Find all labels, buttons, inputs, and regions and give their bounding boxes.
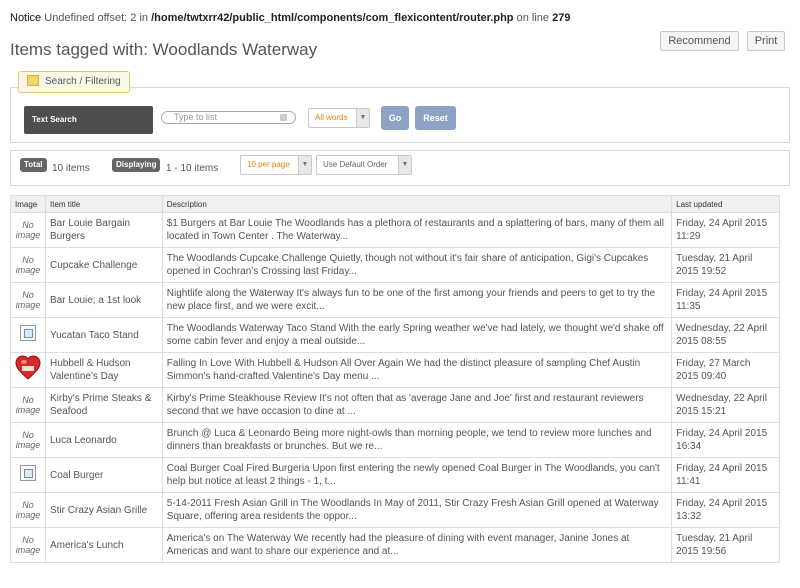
item-description: Nightlife along the Waterway It's always…: [161, 282, 673, 318]
item-description: $1 Burgers at Bar Louie The Woodlands ha…: [161, 212, 673, 248]
table-row: No image Kirby's Prime Steaks & Seafood …: [10, 387, 780, 423]
notice-message-start: Undefined offset: 2 in: [44, 12, 149, 24]
item-title-link[interactable]: Kirby's Prime Steaks & Seafood: [45, 387, 163, 423]
item-title-link[interactable]: Bar Louie Bargain Burgers: [45, 212, 163, 248]
table-header-row: Image Item title Description Last update…: [10, 195, 780, 213]
displaying-badge: Displaying: [112, 158, 161, 172]
item-description: Brunch @ Luca & Leonardo Being more nigh…: [161, 422, 673, 458]
item-date: Friday, 27 March 2015 09:40: [671, 352, 780, 388]
item-date: Wednesday, 22 April 2015 15:21: [671, 387, 780, 423]
item-description: Falling In Love With Hubbell & Hudson Al…: [161, 352, 673, 388]
table-row: No image Bar Louie Bargain Burgers $1 Bu…: [10, 212, 780, 248]
image-cell: No image: [10, 422, 46, 458]
page-title: Items tagged with: Woodlands Waterway: [10, 40, 318, 59]
image-cell: No image: [10, 247, 46, 283]
search-input[interactable]: Type to list: [161, 111, 296, 124]
image-cell: No image: [10, 387, 46, 423]
total-badge: Total: [20, 158, 47, 172]
search-input-placeholder: Type to list: [174, 112, 218, 122]
notice-line: 279: [552, 12, 571, 24]
reset-button[interactable]: Reset: [415, 106, 456, 130]
item-date: Friday, 24 April 2015 11:41: [671, 457, 780, 493]
recommend-button[interactable]: Recommend: [660, 31, 739, 51]
notice-message-mid: on line: [516, 12, 550, 24]
broken-image-icon[interactable]: [20, 465, 36, 481]
search-filtering-tab-label: Search / Filtering: [45, 76, 121, 87]
item-title-link[interactable]: Luca Leonardo: [45, 422, 163, 458]
item-date: Tuesday, 21 April 2015 19:52: [671, 247, 780, 283]
calendar-icon: [27, 75, 39, 86]
total-count: 10 items: [52, 163, 90, 174]
table-row: No image America's Lunch America's on Th…: [10, 527, 780, 563]
item-description: 5-14-2011 Fresh Asian Grill in The Woodl…: [161, 492, 673, 528]
items-table: Image Item title Description Last update…: [10, 195, 780, 563]
item-description: The Woodlands Cupcake Challenge Quietly,…: [161, 247, 673, 283]
no-image-text: No image: [15, 535, 41, 555]
table-row: Yucatan Taco Stand The Woodlands Waterwa…: [10, 317, 780, 353]
item-date: Wednesday, 22 April 2015 08:55: [671, 317, 780, 353]
item-title-link[interactable]: Bar Louie; a 1st look: [45, 282, 163, 318]
search-filtering-tab[interactable]: Search / Filtering: [18, 71, 130, 93]
table-row: No image Cupcake Challenge The Woodlands…: [10, 247, 780, 283]
broken-image-icon[interactable]: [20, 325, 36, 341]
table-row: No image Stir Crazy Asian Grille 5-14-20…: [10, 492, 780, 528]
heart-image-icon[interactable]: [15, 354, 41, 382]
item-title-link[interactable]: America's Lunch: [45, 527, 163, 563]
go-button[interactable]: Go: [381, 106, 409, 130]
notice-label: Notice: [10, 12, 42, 24]
image-cell: No image: [10, 492, 46, 528]
header-updated[interactable]: Last updated: [671, 195, 780, 213]
item-date: Friday, 24 April 2015 16:34: [671, 422, 780, 458]
no-image-text: No image: [15, 290, 41, 310]
table-row: Hubbell & Hudson Valentine's Day Falling…: [10, 352, 780, 388]
words-select[interactable]: All words ▼: [308, 108, 370, 128]
item-title-link[interactable]: Coal Burger: [45, 457, 163, 493]
item-date: Friday, 24 April 2015 11:29: [671, 212, 780, 248]
no-image-text: No image: [15, 255, 41, 275]
item-date: Friday, 24 April 2015 13:32: [671, 492, 780, 528]
notice-path: /home/twtxrr42/public_html/components/co…: [151, 12, 514, 24]
item-title-link[interactable]: Cupcake Challenge: [45, 247, 163, 283]
image-cell: [10, 317, 46, 353]
header-title[interactable]: Item title: [45, 195, 163, 213]
chevron-down-icon: ▼: [298, 156, 311, 174]
image-cell: No image: [10, 212, 46, 248]
no-image-text: No image: [15, 220, 41, 240]
item-description: America's on The Waterway We recently ha…: [161, 527, 673, 563]
no-image-text: No image: [15, 500, 41, 520]
item-description: Kirby's Prime Steakhouse Review It's not…: [161, 387, 673, 423]
item-date: Tuesday, 21 April 2015 19:56: [671, 527, 780, 563]
order-select[interactable]: Use Default Order ▼: [316, 155, 412, 175]
table-row: No image Bar Louie; a 1st look Nightlife…: [10, 282, 780, 318]
header-image[interactable]: Image: [10, 195, 46, 213]
image-cell: No image: [10, 282, 46, 318]
item-date: Friday, 24 April 2015 11:35: [671, 282, 780, 318]
displaying-count: 1 - 10 items: [166, 163, 219, 174]
chevron-down-icon: ▼: [398, 156, 411, 174]
header-description[interactable]: Description: [161, 195, 673, 213]
item-description: The Woodlands Waterway Taco Stand With t…: [161, 317, 673, 353]
order-select-value: Use Default Order: [323, 160, 388, 169]
no-image-text: No image: [15, 395, 41, 415]
item-title-link[interactable]: Stir Crazy Asian Grille: [45, 492, 163, 528]
per-page-select-value: 10 per page: [247, 160, 290, 169]
chevron-down-icon: ▼: [356, 109, 369, 127]
table-row: No image Luca Leonardo Brunch @ Luca & L…: [10, 422, 780, 458]
item-description: Coal Burger Coal Fired Burgeria Upon fir…: [161, 457, 673, 493]
print-button[interactable]: Print: [747, 31, 785, 51]
table-row: Coal Burger Coal Burger Coal Fired Burge…: [10, 457, 780, 493]
php-notice: Notice Undefined offset: 2 in /home/twtx…: [10, 12, 570, 24]
image-cell: [10, 457, 46, 493]
image-cell: No image: [10, 527, 46, 563]
text-search-label: Text Search: [24, 106, 153, 134]
no-image-text: No image: [15, 430, 41, 450]
words-select-value: All words: [315, 113, 348, 122]
clear-search-icon[interactable]: [280, 114, 287, 121]
image-cell: [10, 352, 46, 388]
item-title-link[interactable]: Hubbell & Hudson Valentine's Day: [45, 352, 163, 388]
item-title-link[interactable]: Yucatan Taco Stand: [45, 317, 163, 353]
per-page-select[interactable]: 10 per page ▼: [240, 155, 312, 175]
